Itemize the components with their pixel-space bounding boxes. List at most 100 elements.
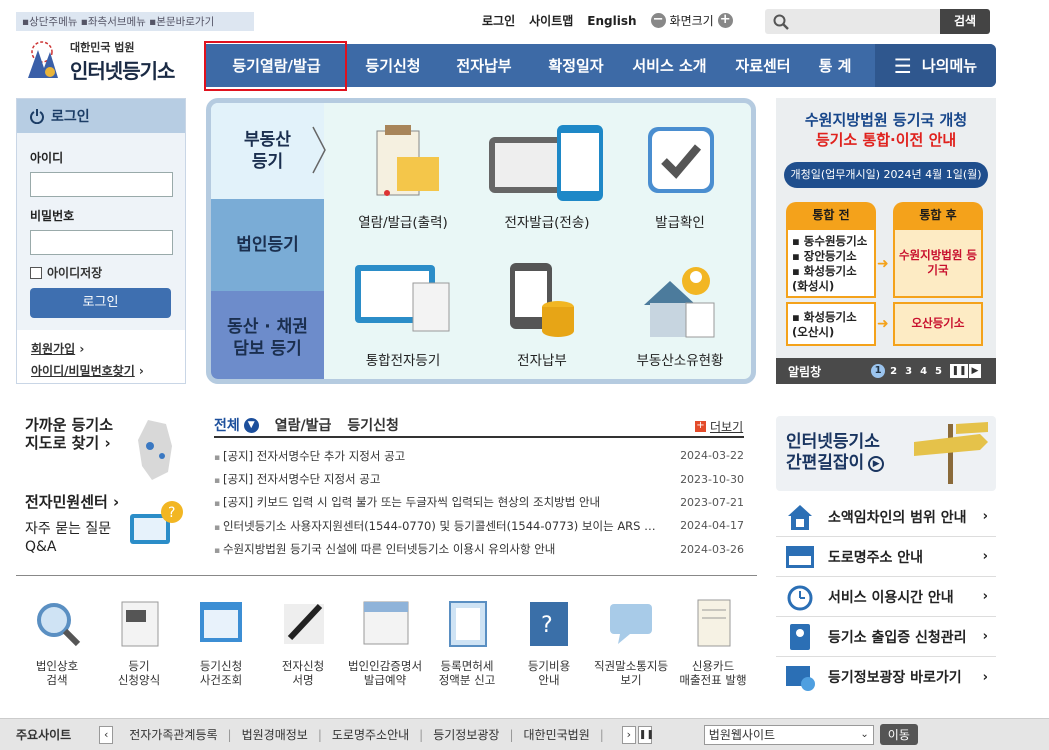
faq-link[interactable]: 자주 묻는 질문 Q&A bbox=[25, 520, 111, 556]
site-logo[interactable]: 대한민국 법원 인터넷등기소 bbox=[20, 38, 175, 84]
sitemap-link[interactable]: 사이트맵 bbox=[529, 12, 573, 29]
go-button[interactable]: 이동 bbox=[879, 724, 918, 745]
tab-movable[interactable]: 동산 · 채권 담보 등기 bbox=[211, 291, 324, 379]
banner-page-2[interactable]: 2 bbox=[890, 366, 897, 377]
nav-item-service-intro[interactable]: 서비스 소개 bbox=[622, 55, 717, 76]
pause-icon[interactable]: ❚❚ bbox=[950, 364, 968, 378]
footer-site-0[interactable]: 전자가족관계등록 bbox=[129, 726, 217, 743]
login-box: 로그인 아이디 비밀번호 아이디저장 로그인 회원가입 › 아이디/비밀번호찾기… bbox=[16, 98, 186, 384]
service-e-issue[interactable]: 전자발급(전송) bbox=[482, 123, 612, 231]
banner-page-1[interactable]: 1 bbox=[871, 364, 886, 378]
icon-registry-fee[interactable]: ? 등기비용 안내 bbox=[508, 598, 590, 687]
icon-cancellation-notice[interactable]: 직권말소통지등 보기 bbox=[590, 598, 672, 687]
font-size-label: 화면크기 bbox=[669, 14, 714, 28]
tab-registration[interactable]: 등기신청 bbox=[347, 415, 399, 435]
english-link[interactable]: English bbox=[587, 14, 636, 28]
notice-banner[interactable]: 수원지방법원 등기국 개청 등기소 통합·이전 안내 개청일(업무개시일) 202… bbox=[776, 98, 996, 384]
list-item[interactable]: [공지] 전자서명수단 추가 지정서 공고2024-03-22 bbox=[214, 444, 744, 467]
next-icon[interactable]: › bbox=[621, 725, 636, 744]
logo-subtitle: 대한민국 법원 bbox=[70, 40, 135, 54]
id-field[interactable] bbox=[30, 172, 173, 197]
list-item[interactable]: 수원지방법원 등기국 신설에 따른 인터넷등기소 이용시 유의사항 안내2024… bbox=[214, 538, 744, 561]
password-field[interactable] bbox=[30, 230, 173, 255]
e-civil-center-link[interactable]: 전자민원센터 › bbox=[25, 493, 119, 511]
footer-site-4[interactable]: 대한민국법원 bbox=[524, 726, 590, 743]
login-button[interactable]: 로그인 bbox=[30, 288, 171, 318]
document-print-icon bbox=[363, 123, 443, 203]
zoom-out-icon[interactable]: − bbox=[650, 13, 666, 28]
site-select[interactable]: 법원웹사이트 ⌄ bbox=[703, 724, 874, 745]
link-road-address[interactable]: 도로명주소 안내 › bbox=[776, 537, 996, 577]
arrow-circle-icon: ▶ bbox=[868, 455, 885, 472]
save-id-checkbox[interactable] bbox=[30, 266, 42, 279]
my-menu-label: 나의메뉴 bbox=[921, 57, 978, 75]
skip-links[interactable]: ▪상단주메뉴 ▪좌측서브메뉴 ▪본문바로가기 bbox=[16, 12, 254, 31]
banner-before-header: 통합 전 bbox=[786, 202, 876, 228]
icon-corp-name-search[interactable]: 법인상호 검색 bbox=[16, 598, 98, 687]
icon-card-receipt[interactable]: 신용카드 매출전표 발행 bbox=[672, 598, 754, 687]
right-link-list: 소액임차인의 범위 안내 › 도로명주소 안내 › 서비스 이용시간 안내 › 등기소… bbox=[776, 497, 996, 697]
chevron-right-icon bbox=[312, 126, 326, 174]
icon-seal-certificate[interactable]: 법인인감증명서 발급예약 bbox=[344, 598, 426, 687]
footer-site-1[interactable]: 법원경매정보 bbox=[242, 726, 308, 743]
more-link[interactable]: + 더보기 bbox=[695, 418, 743, 435]
icon-e-signature[interactable]: 전자신청 서명 bbox=[262, 598, 344, 687]
tab-view-issue[interactable]: 열람/발급 bbox=[275, 415, 332, 435]
nav-item-statistics[interactable]: 통 계 bbox=[809, 55, 861, 76]
banner-page-3[interactable]: 3 bbox=[905, 366, 912, 377]
banner-after-header: 통합 후 bbox=[893, 202, 983, 228]
banner-page-5[interactable]: 5 bbox=[935, 366, 942, 377]
nav-item-registry-apply[interactable]: 등기신청 bbox=[348, 55, 438, 76]
service-property-ownership[interactable]: 부동산소유현황 bbox=[615, 261, 745, 369]
section-divider bbox=[16, 575, 757, 576]
utility-menu: 로그인 사이트맵 English − 화면크기 + bbox=[482, 12, 733, 29]
search-button[interactable]: 검색 bbox=[940, 9, 990, 34]
icon-license-tax[interactable]: 등록면허세 정액분 신고 bbox=[426, 598, 508, 687]
calendar-icon bbox=[363, 601, 409, 645]
my-menu-button[interactable]: ☰ 나의메뉴 bbox=[875, 44, 996, 87]
link-access-pass[interactable]: 등기소 출입증 신청관리 › bbox=[776, 617, 996, 657]
service-view-print[interactable]: 열람/발급(출력) bbox=[338, 123, 468, 231]
search-input[interactable] bbox=[765, 9, 941, 34]
service-e-payment[interactable]: 전자납부 bbox=[477, 261, 607, 369]
pause-icon[interactable]: ❚❚ bbox=[637, 725, 654, 744]
link-small-tenant[interactable]: 소액임차인의 범위 안내 › bbox=[776, 497, 996, 537]
service-issue-check[interactable]: 발급확인 bbox=[615, 123, 745, 231]
find-account-link[interactable]: 아이디/비밀번호찾기 › bbox=[31, 360, 171, 382]
tab-real-estate[interactable]: 부동산 등기 bbox=[211, 103, 324, 199]
nav-item-fixed-date[interactable]: 확정일자 bbox=[530, 55, 622, 76]
footer-site-2[interactable]: 도로명주소안내 bbox=[332, 726, 409, 743]
office-map-link[interactable]: 가까운 등기소 지도로 찾기 › bbox=[25, 416, 113, 452]
arrow-right-icon: ➜ bbox=[877, 256, 889, 272]
tab-all[interactable]: 전체 ▼ bbox=[214, 415, 259, 435]
footer-bar: 주요사이트 ‹ 전자가족관계등록 | 법원경매정보 | 도로명주소안내 | 등기정보광… bbox=[0, 718, 1049, 750]
list-item[interactable]: 인터넷등기소 사용자지원센터(1544-0770) 및 등기콜센터(1544-0… bbox=[214, 514, 744, 537]
login-link[interactable]: 로그인 bbox=[482, 12, 515, 29]
highlight-box bbox=[204, 41, 347, 91]
service-integrated-e-registry[interactable]: 통합전자등기 bbox=[338, 261, 468, 369]
plus-icon: + bbox=[695, 420, 706, 432]
tab-corporate[interactable]: 법인등기 bbox=[211, 199, 324, 291]
zoom-in-icon[interactable]: + bbox=[717, 13, 733, 28]
quick-guide-banner[interactable]: 인터넷등기소 간편길잡이 ▶ bbox=[776, 416, 996, 491]
nav-item-e-payment[interactable]: 전자납부 bbox=[438, 55, 530, 76]
banner-page-4[interactable]: 4 bbox=[920, 366, 927, 377]
join-link[interactable]: 회원가입 › bbox=[31, 338, 171, 360]
footer-site-3[interactable]: 등기정보광장 bbox=[433, 726, 499, 743]
save-id-label: 아이디저장 bbox=[47, 266, 103, 280]
link-service-hours[interactable]: 서비스 이용시간 안내 › bbox=[776, 577, 996, 617]
id-card-icon bbox=[790, 623, 810, 650]
notice-divider bbox=[214, 436, 744, 438]
prev-icon[interactable]: ‹ bbox=[99, 725, 114, 744]
list-item[interactable]: [공지] 키보드 입력 시 입력 불가 또는 두글자씩 입력되는 현상의 조치방… bbox=[214, 491, 744, 514]
link-registry-info-plaza[interactable]: 등기정보광장 바로가기 › bbox=[776, 657, 996, 697]
search-icon bbox=[773, 14, 789, 30]
banner-date: 개청일(업무개시일) 2024년 4월 1일(월) bbox=[784, 162, 988, 188]
banner-subtitle: 등기소 통합·이전 안내 bbox=[815, 131, 957, 149]
list-item[interactable]: [공지] 전자서명수단 지정서 공고2023-10-30 bbox=[214, 467, 744, 490]
nav-item-data-center[interactable]: 자료센터 bbox=[717, 55, 809, 76]
icon-case-search[interactable]: 등기신청 사건조회 bbox=[180, 598, 262, 687]
bottom-icon-row: 법인상호 검색 등기 신청양식 등기신청 사건조회 전자신청 서명 법인인감증명… bbox=[16, 598, 754, 687]
next-icon[interactable]: ▶ bbox=[969, 364, 981, 378]
icon-application-form[interactable]: 등기 신청양식 bbox=[98, 598, 180, 687]
